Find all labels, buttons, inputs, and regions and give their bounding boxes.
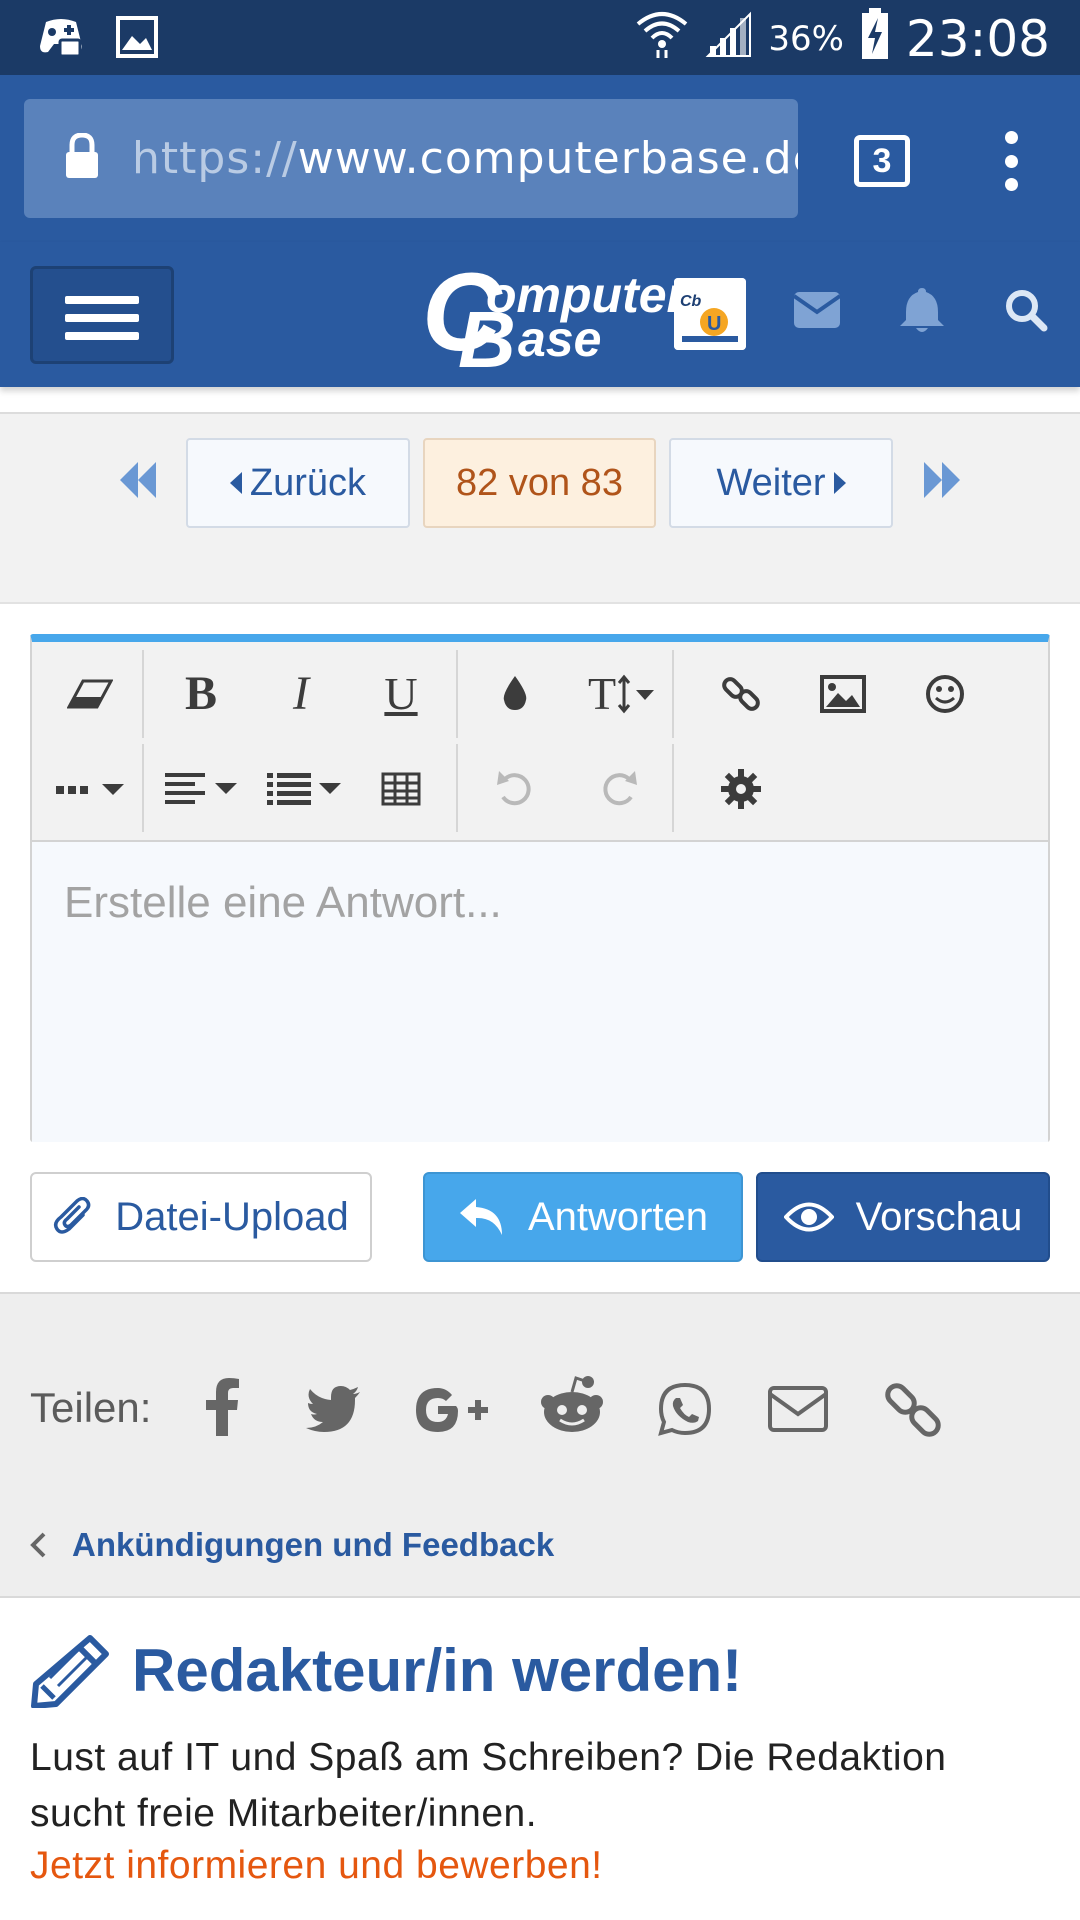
- cell-signal-icon: [704, 10, 752, 68]
- breadcrumb-link[interactable]: Ankündigungen und Feedback: [72, 1526, 554, 1564]
- google-plus-icon[interactable]: [414, 1386, 494, 1439]
- eraser-icon[interactable]: [52, 646, 128, 741]
- file-upload-label: Datei-Upload: [115, 1194, 349, 1239]
- italic-icon[interactable]: I: [254, 646, 348, 741]
- smiley-icon[interactable]: [898, 646, 992, 741]
- battery-percent: 36%: [768, 19, 844, 59]
- wifi-icon: [636, 8, 688, 70]
- editor-toolbar-row-2: [32, 741, 1048, 836]
- link-icon[interactable]: [884, 1382, 942, 1443]
- site-header: C omputer B ase Cb U: [0, 242, 1080, 387]
- overflow-menu-icon[interactable]: [996, 131, 1026, 191]
- reply-label: Antworten: [527, 1194, 709, 1239]
- share-label: Teilen:: [30, 1384, 152, 1431]
- svg-text:U: U: [707, 313, 721, 335]
- image-icon[interactable]: [796, 646, 890, 741]
- more-icon[interactable]: [52, 741, 132, 836]
- file-upload-button[interactable]: Datei-Upload: [30, 1172, 372, 1262]
- caret-right-icon: [833, 472, 846, 494]
- promo-title[interactable]: Redakteur/in werden!: [132, 1636, 742, 1705]
- twitter-icon[interactable]: [306, 1386, 362, 1437]
- status-bar: 36% 23:08: [0, 0, 1080, 75]
- game-controller-icon: [38, 16, 84, 63]
- align-icon[interactable]: [156, 741, 250, 836]
- font-size-icon[interactable]: T: [572, 646, 672, 741]
- reddit-icon[interactable]: [540, 1374, 604, 1439]
- list-icon[interactable]: [258, 741, 352, 836]
- computerbase-logo[interactable]: C omputer B ase: [422, 258, 686, 380]
- pencil-icon: [30, 1634, 110, 1713]
- whatsapp-icon[interactable]: [658, 1382, 712, 1441]
- share-section: Teilen: Ankündigungen und Feedback: [0, 1292, 1080, 1598]
- link-icon[interactable]: [694, 646, 788, 741]
- prev-page-label: Zurück: [249, 461, 367, 504]
- undo-icon[interactable]: [468, 741, 562, 836]
- svg-text:Cb: Cb: [680, 293, 702, 310]
- bell-icon[interactable]: [898, 286, 946, 339]
- editor-toolbar-row-1: B I U T: [32, 646, 1048, 741]
- breadcrumb[interactable]: Ankündigungen und Feedback: [30, 1526, 554, 1564]
- search-icon[interactable]: [1004, 288, 1048, 337]
- url-text: https://www.computerbase.de/: [132, 133, 798, 184]
- reply-button[interactable]: Antworten: [423, 1172, 743, 1262]
- preview-button[interactable]: Vorschau: [756, 1172, 1050, 1262]
- email-icon[interactable]: [768, 1386, 828, 1437]
- paperclip-icon: [54, 1197, 91, 1234]
- reply-editor: B I U T Erstelle eine Antwort...: [30, 634, 1050, 1142]
- underline-icon[interactable]: U: [354, 646, 448, 741]
- browser-toolbar: https://www.computerbase.de/ 3: [0, 75, 1080, 242]
- reply-arrow-icon: [459, 1199, 502, 1235]
- lock-icon: [64, 132, 100, 184]
- image-icon: [116, 16, 158, 63]
- battery-charging-icon: [860, 8, 890, 70]
- tabs-icon[interactable]: 3: [854, 135, 910, 187]
- current-page-label: 82 von 83: [456, 461, 623, 504]
- clock: 23:08: [905, 10, 1050, 68]
- first-page-icon[interactable]: [120, 462, 158, 503]
- facebook-icon[interactable]: [204, 1378, 240, 1441]
- eye-icon: [783, 1202, 834, 1232]
- current-page-indicator[interactable]: 82 von 83: [423, 438, 656, 528]
- reply-placeholder: Erstelle eine Antwort...: [64, 878, 502, 927]
- table-icon[interactable]: [354, 741, 448, 836]
- last-page-icon[interactable]: [922, 462, 960, 503]
- promo-section: Redakteur/in werden! Lust auf IT und Spa…: [0, 1600, 1080, 1920]
- reply-textarea[interactable]: Erstelle eine Antwort...: [32, 840, 1048, 1142]
- address-bar[interactable]: https://www.computerbase.de/: [24, 99, 798, 218]
- redo-icon[interactable]: [572, 741, 666, 836]
- next-page-button[interactable]: Weiter: [669, 438, 893, 528]
- caret-left-icon: [229, 472, 242, 494]
- next-page-label: Weiter: [716, 461, 826, 504]
- bold-icon[interactable]: B: [154, 646, 248, 741]
- color-drop-icon[interactable]: [468, 646, 562, 741]
- pagination: Zurück 82 von 83 Weiter: [0, 412, 1080, 604]
- mail-icon[interactable]: [792, 292, 842, 333]
- avatar[interactable]: Cb U: [674, 278, 746, 350]
- promo-cta-link[interactable]: Jetzt informieren und bewerben!: [30, 1844, 603, 1888]
- promo-body: Lust auf IT und Spaß am Schreiben? Die R…: [30, 1736, 947, 1835]
- chevron-left-icon: [30, 1532, 46, 1558]
- gear-icon[interactable]: [694, 741, 788, 836]
- preview-label: Vorschau: [855, 1194, 1023, 1239]
- prev-page-button[interactable]: Zurück: [186, 438, 410, 528]
- menu-icon[interactable]: [30, 266, 174, 364]
